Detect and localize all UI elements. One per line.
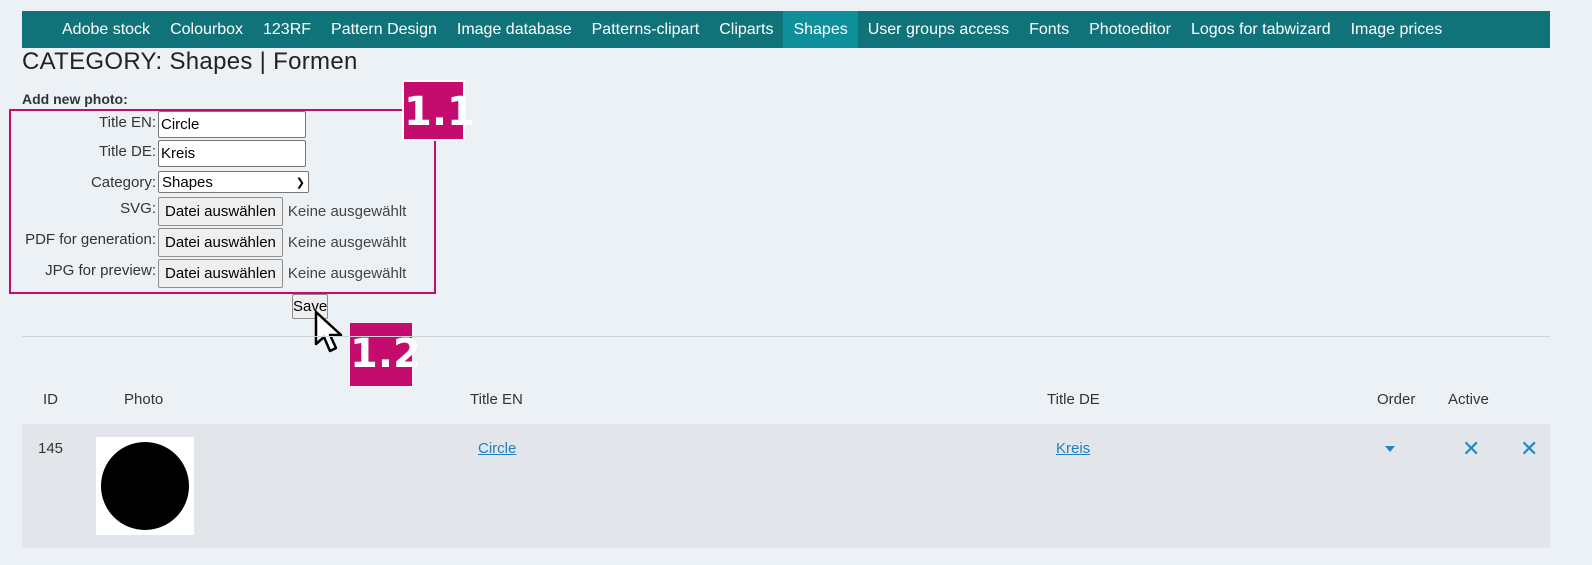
nav-pattern-design[interactable]: Pattern Design [321, 11, 447, 48]
nav-colourbox[interactable]: Colourbox [160, 11, 253, 48]
nav-user-groups-access[interactable]: User groups access [858, 11, 1019, 48]
chevron-down-icon: ❯ [295, 176, 305, 189]
active-toggle-x-icon[interactable]: ✕ [1462, 438, 1480, 460]
th-active: Active [1448, 391, 1489, 408]
pdf-label: PDF for generation: [25, 231, 156, 248]
section-divider [22, 336, 1550, 337]
delete-x-icon[interactable]: ✕ [1520, 438, 1538, 460]
category-select[interactable]: Shapes ❯ [158, 171, 309, 193]
row-title-de-link[interactable]: Kreis [1056, 440, 1090, 457]
category-select-value: Shapes [162, 173, 213, 191]
row-title-en-link[interactable]: Circle [478, 440, 516, 457]
nav-shapes[interactable]: Shapes [783, 11, 858, 48]
title-de-input[interactable] [158, 140, 306, 167]
nav-patterns-clipart[interactable]: Patterns-clipart [582, 11, 710, 48]
step-badge-1-2: 1.2 [350, 323, 421, 386]
add-new-photo-label: Add new photo: [22, 91, 128, 107]
pdf-row: PDF for generation: Datei auswählen Kein… [0, 228, 406, 257]
category-label: Category: [90, 173, 156, 191]
row-photo-thumbnail [96, 437, 194, 535]
category-row: Category: Shapes ❯ [0, 171, 309, 193]
pdf-file-button[interactable]: Datei auswählen [158, 228, 283, 257]
nav-photoeditor[interactable]: Photoeditor [1079, 11, 1181, 48]
jpg-label: JPG for preview: [45, 262, 156, 279]
circle-shape-preview [101, 442, 189, 530]
th-photo: Photo [124, 391, 164, 408]
top-navbar: Adobe stock Colourbox 123RF Pattern Design I… [22, 11, 1550, 48]
order-caret-down-icon[interactable] [1385, 446, 1395, 452]
table-row [22, 424, 1550, 548]
th-id: ID [43, 391, 58, 408]
nav-cliparts[interactable]: Cliparts [709, 11, 783, 48]
nav-image-database[interactable]: Image database [447, 11, 582, 48]
row-id: 145 [38, 440, 64, 457]
nav-adobe-stock[interactable]: Adobe stock [52, 11, 160, 48]
th-title-de: Title DE [1047, 391, 1100, 408]
svg-row: SVG: Datei auswählen Keine ausgewählt [0, 197, 406, 226]
pdf-file-status: Keine ausgewählt [287, 234, 407, 251]
th-title-en: Title EN [470, 391, 523, 408]
nav-fonts[interactable]: Fonts [1019, 11, 1079, 48]
title-en-row: Title EN: [0, 111, 306, 138]
step-badge-1-1: 1.1 [402, 80, 475, 141]
svg-file-button[interactable]: Datei auswählen [158, 197, 283, 226]
page-title: CATEGORY: Shapes | Formen [22, 48, 358, 75]
title-en-input[interactable] [158, 111, 306, 138]
title-en-label: Title EN: [99, 114, 156, 131]
nav-image-prices[interactable]: Image prices [1341, 11, 1453, 48]
jpg-row: JPG for preview: Datei auswählen Keine a… [0, 259, 406, 288]
jpg-file-button[interactable]: Datei auswählen [158, 259, 283, 288]
title-de-row: Title DE: [0, 140, 306, 167]
nav-logos-for-tabwizard[interactable]: Logos for tabwizard [1181, 11, 1341, 48]
jpg-file-status: Keine ausgewählt [287, 265, 407, 282]
th-order: Order [1377, 391, 1416, 408]
mouse-cursor-icon [314, 310, 343, 353]
svg-label: SVG: [120, 200, 156, 217]
svg-file-status: Keine ausgewählt [287, 203, 407, 220]
nav-123rf[interactable]: 123RF [253, 11, 321, 48]
title-de-label: Title DE: [99, 143, 156, 160]
